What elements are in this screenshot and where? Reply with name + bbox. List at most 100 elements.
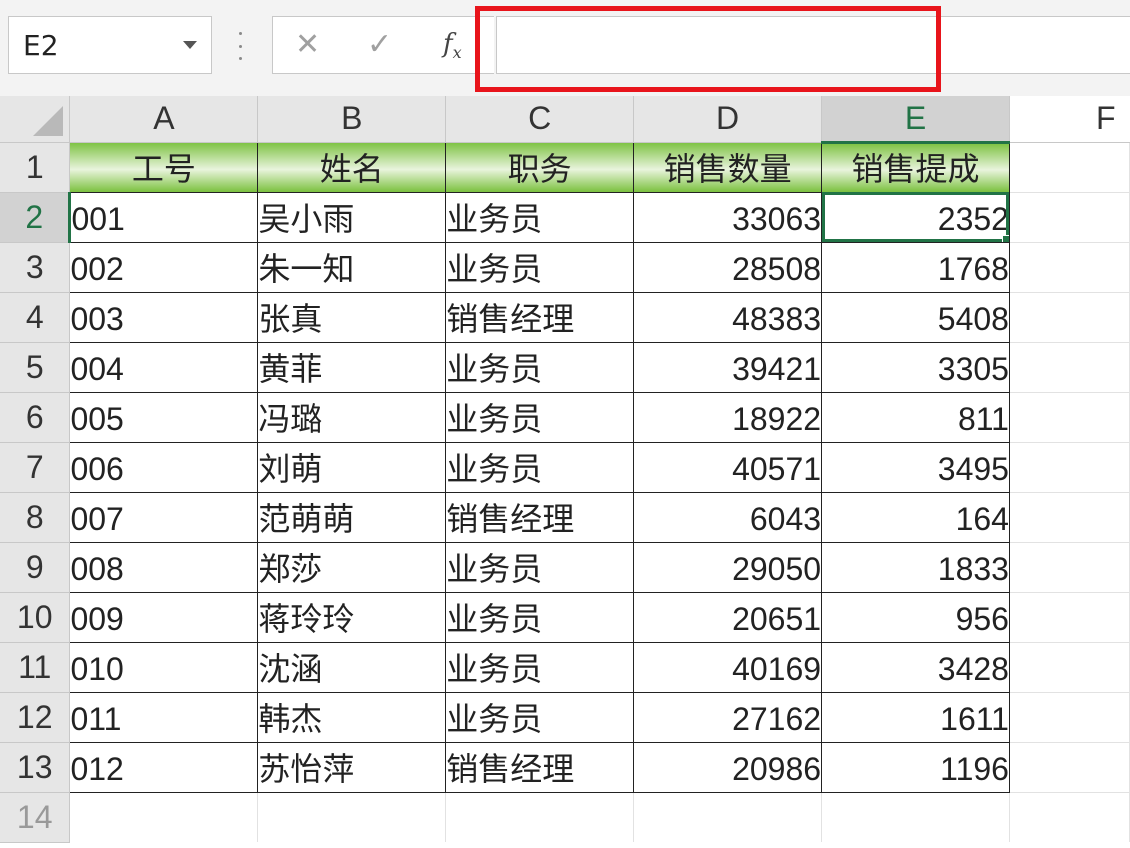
table-cell[interactable]: 业务员 (445, 541, 635, 593)
table-cell[interactable]: 009 (69, 591, 259, 643)
table-cell[interactable]: 5408 (821, 291, 1010, 343)
row-header[interactable]: 11 (0, 642, 71, 693)
select-all-button[interactable] (0, 96, 71, 143)
table-cell[interactable]: 业务员 (445, 191, 635, 243)
table-cell[interactable]: 010 (69, 641, 259, 693)
header-cell[interactable]: 姓名 (257, 141, 447, 193)
column-header-b[interactable]: B (257, 96, 447, 143)
more-options-icon[interactable] (236, 32, 244, 60)
empty-cell[interactable] (1009, 292, 1130, 343)
empty-cell[interactable] (633, 792, 823, 842)
table-cell[interactable]: 6043 (633, 491, 823, 543)
table-cell[interactable]: 011 (69, 691, 259, 743)
header-cell[interactable]: 职务 (445, 141, 635, 193)
empty-cell[interactable] (1009, 642, 1130, 693)
table-cell[interactable]: 164 (821, 491, 1010, 543)
table-cell[interactable]: 郑莎 (257, 541, 447, 593)
table-cell[interactable]: 1196 (821, 741, 1010, 793)
table-cell[interactable]: 3495 (821, 441, 1010, 493)
row-header[interactable]: 5 (0, 342, 71, 393)
table-cell[interactable]: 黄菲 (257, 341, 447, 393)
empty-cell[interactable] (1009, 242, 1130, 293)
table-cell[interactable]: 33063 (633, 191, 823, 243)
table-cell[interactable]: 业务员 (445, 591, 635, 643)
table-cell[interactable]: 18922 (633, 391, 823, 443)
table-cell[interactable]: 业务员 (445, 391, 635, 443)
name-box[interactable]: E2 (8, 16, 212, 74)
row-header[interactable]: 10 (0, 592, 71, 643)
table-cell[interactable]: 1768 (821, 241, 1010, 293)
table-cell[interactable]: 销售经理 (445, 291, 635, 343)
empty-cell[interactable] (257, 792, 447, 842)
table-cell[interactable]: 3428 (821, 641, 1010, 693)
row-header[interactable]: 7 (0, 442, 71, 493)
table-cell[interactable]: 007 (69, 491, 259, 543)
chevron-down-icon[interactable] (183, 41, 197, 49)
table-cell[interactable]: 20651 (633, 591, 823, 643)
table-cell[interactable]: 012 (69, 741, 259, 793)
column-header-f[interactable]: F (1009, 96, 1130, 143)
table-cell[interactable]: 1611 (821, 691, 1010, 743)
table-cell[interactable]: 39421 (633, 341, 823, 393)
empty-cell[interactable] (69, 792, 259, 842)
empty-cell[interactable] (445, 792, 635, 842)
header-cell[interactable]: 销售提成 (821, 141, 1010, 193)
empty-cell[interactable] (1009, 392, 1130, 443)
table-cell[interactable]: 3305 (821, 341, 1010, 393)
table-cell[interactable]: 刘萌 (257, 441, 447, 493)
table-cell[interactable]: 40169 (633, 641, 823, 693)
table-cell[interactable]: 001 (69, 191, 259, 243)
table-cell[interactable]: 40571 (633, 441, 823, 493)
table-cell[interactable]: 销售经理 (445, 741, 635, 793)
table-cell[interactable]: 沈涵 (257, 641, 447, 693)
row-header[interactable]: 3 (0, 242, 71, 293)
table-cell[interactable]: 韩杰 (257, 691, 447, 743)
table-cell[interactable]: 业务员 (445, 641, 635, 693)
formula-input[interactable] (496, 16, 1130, 74)
table-cell[interactable]: 1833 (821, 541, 1010, 593)
header-cell[interactable]: 销售数量 (633, 141, 823, 193)
table-cell[interactable]: 005 (69, 391, 259, 443)
fill-handle[interactable] (1001, 234, 1009, 241)
table-cell[interactable]: 002 (69, 241, 259, 293)
empty-cell[interactable] (1009, 742, 1130, 793)
insert-function-icon[interactable]: fx (443, 29, 462, 62)
row-header[interactable]: 1 (0, 142, 71, 193)
table-cell[interactable]: 业务员 (445, 241, 635, 293)
table-cell[interactable]: 008 (69, 541, 259, 593)
table-cell[interactable]: 朱一知 (257, 241, 447, 293)
table-cell[interactable]: 006 (69, 441, 259, 493)
row-header[interactable]: 4 (0, 292, 71, 343)
table-cell[interactable]: 27162 (633, 691, 823, 743)
empty-cell[interactable] (1009, 792, 1130, 842)
table-cell[interactable]: 956 (821, 591, 1010, 643)
empty-cell[interactable] (1009, 592, 1130, 643)
table-cell[interactable]: 28508 (633, 241, 823, 293)
column-header-d[interactable]: D (633, 96, 823, 143)
table-cell[interactable]: 销售经理 (445, 491, 635, 543)
empty-cell[interactable] (1009, 442, 1130, 493)
enter-icon[interactable]: ✓ (367, 27, 392, 62)
table-cell[interactable]: 48383 (633, 291, 823, 343)
row-header[interactable]: 12 (0, 692, 71, 743)
header-cell[interactable]: 工号 (69, 141, 259, 193)
empty-cell[interactable] (1009, 492, 1130, 543)
table-cell[interactable]: 业务员 (445, 691, 635, 743)
table-cell[interactable]: 业务员 (445, 441, 635, 493)
table-cell[interactable]: 29050 (633, 541, 823, 593)
empty-cell[interactable] (1009, 192, 1130, 243)
table-cell[interactable]: 蒋玲玲 (257, 591, 447, 643)
row-header[interactable]: 9 (0, 542, 71, 593)
row-header[interactable]: 2 (0, 192, 72, 243)
empty-cell[interactable] (1009, 542, 1130, 593)
column-header-c[interactable]: C (445, 96, 635, 143)
table-cell[interactable]: 004 (69, 341, 259, 393)
empty-cell[interactable] (1009, 692, 1130, 743)
column-header-a[interactable]: A (69, 96, 259, 143)
row-header[interactable]: 6 (0, 392, 71, 443)
empty-cell[interactable] (1009, 342, 1130, 393)
row-header[interactable]: 8 (0, 492, 71, 543)
column-header-e[interactable]: E (821, 96, 1010, 144)
empty-cell[interactable] (1009, 142, 1130, 193)
table-cell[interactable]: 张真 (257, 291, 447, 343)
